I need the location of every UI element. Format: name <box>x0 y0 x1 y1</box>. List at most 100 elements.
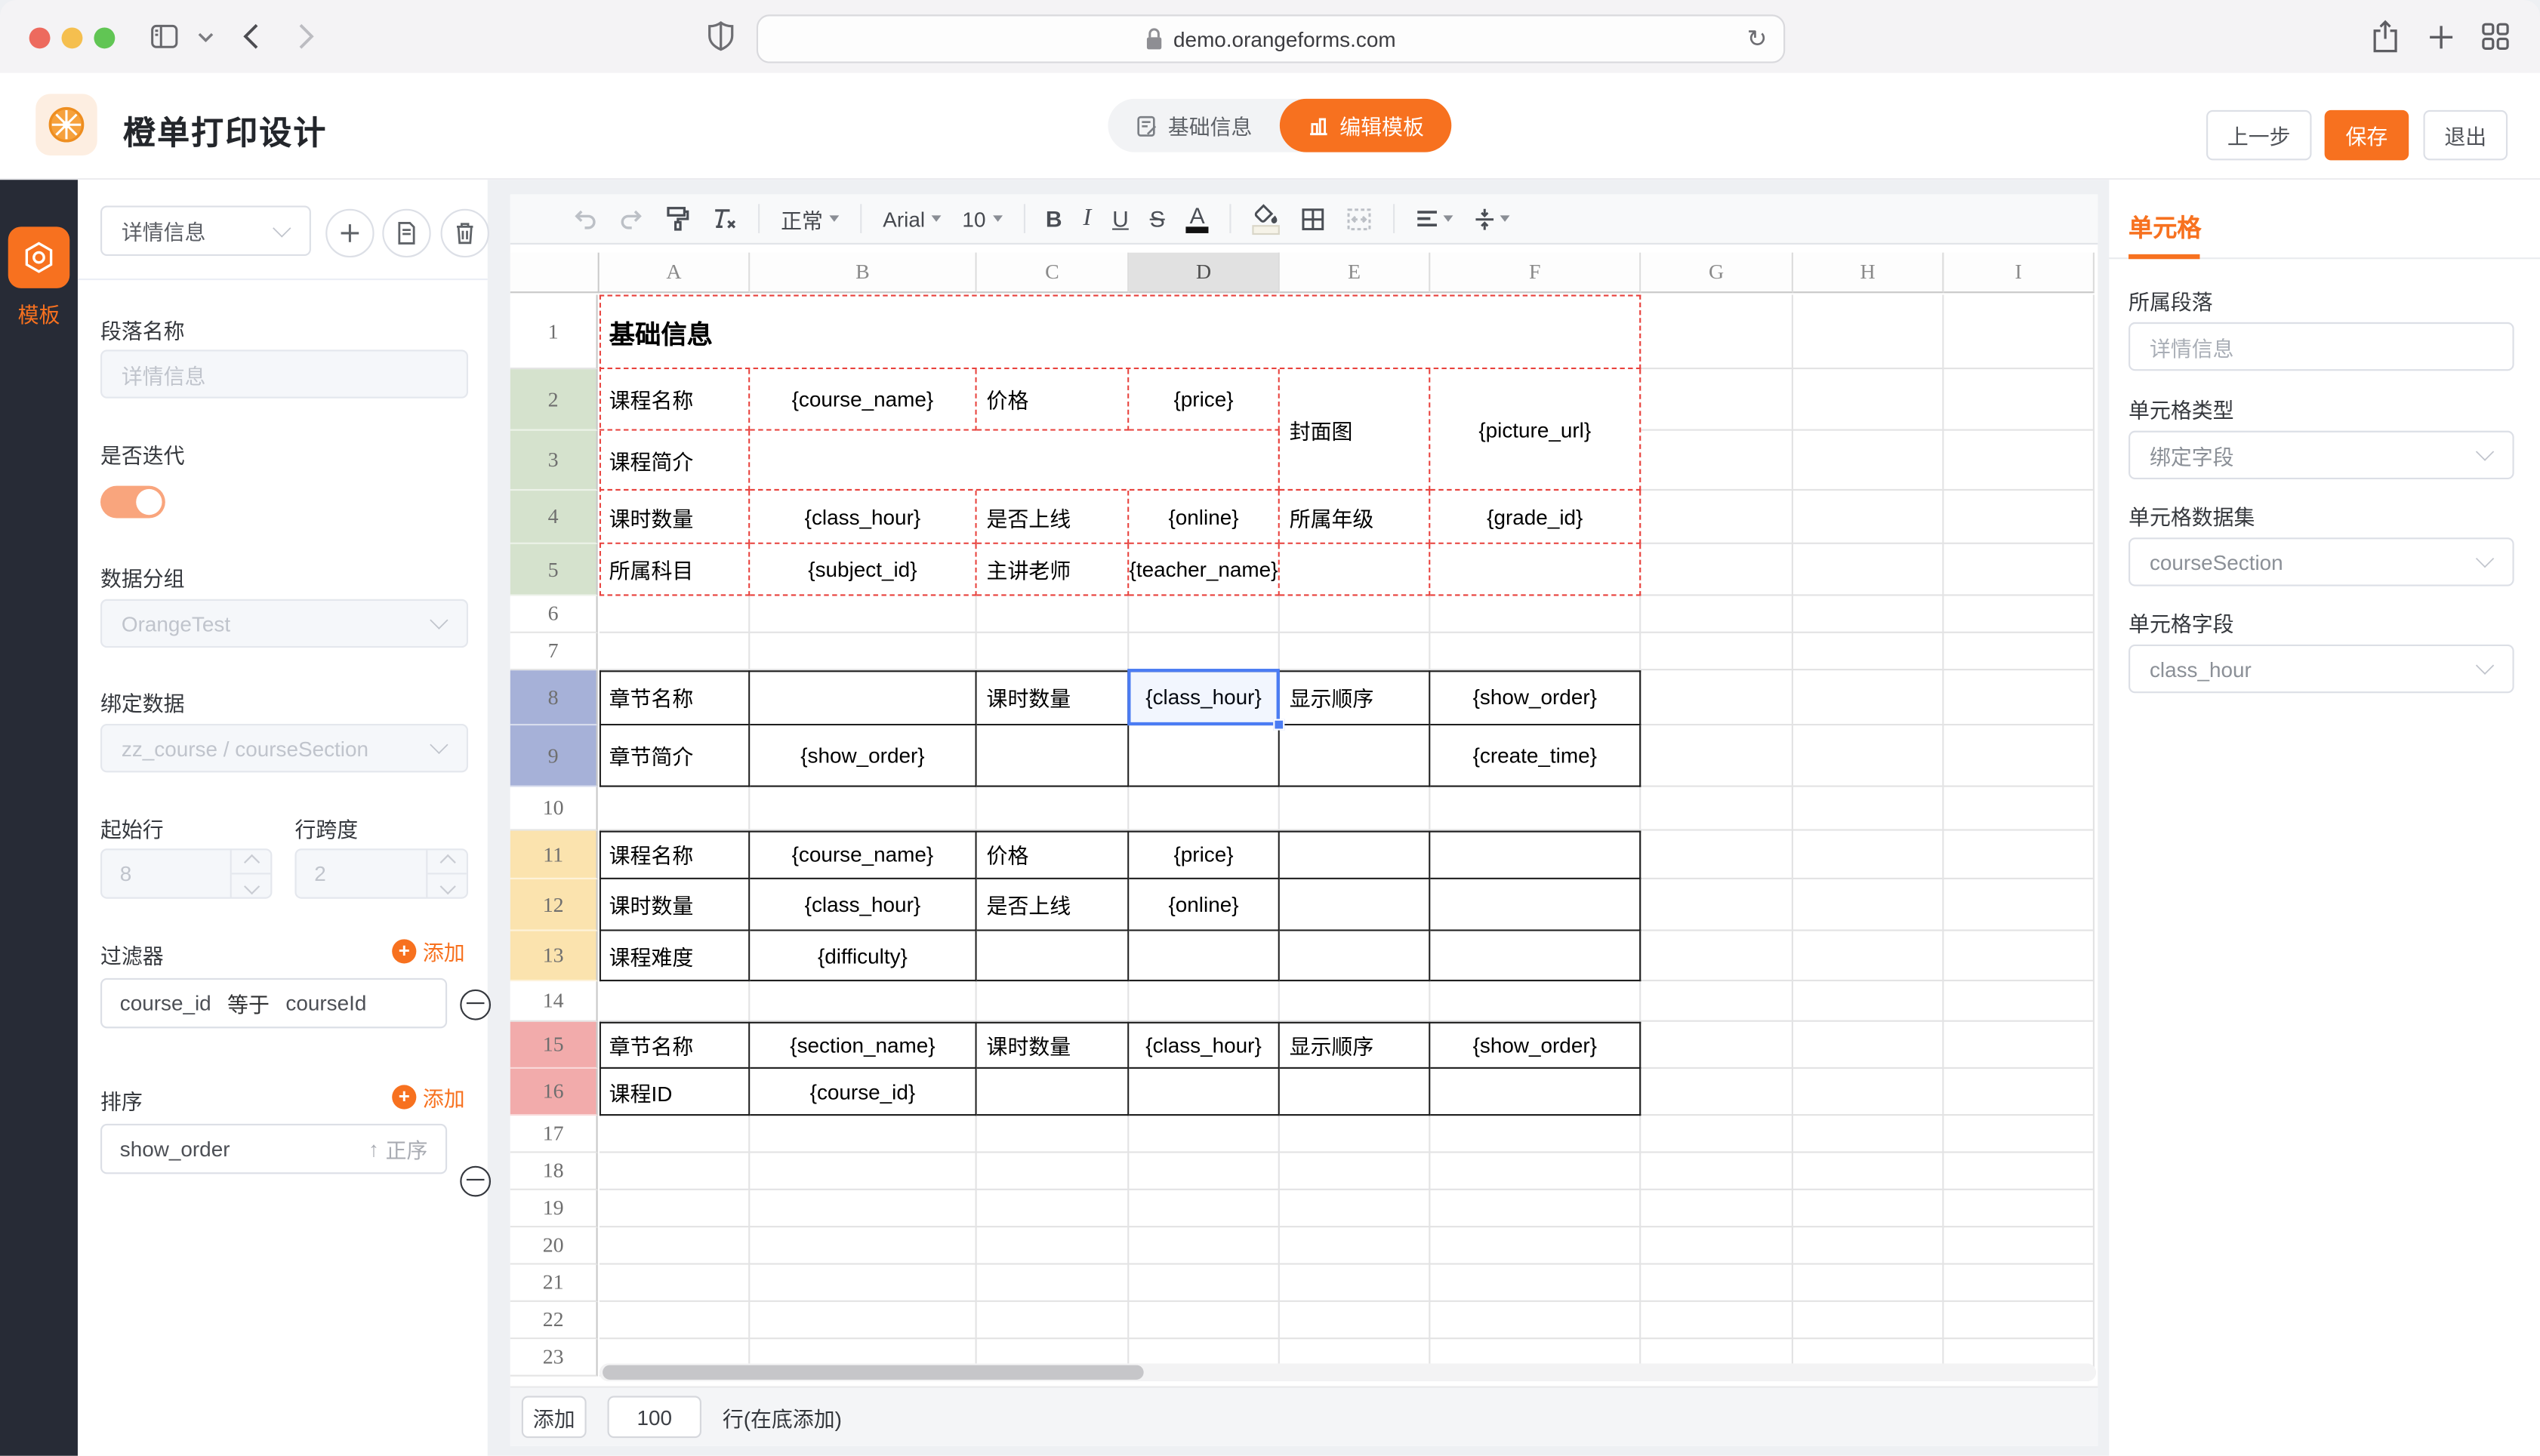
tab-edit-template[interactable]: 编辑模板 <box>1280 99 1451 152</box>
font-size-dropdown[interactable]: 10 <box>962 207 1001 231</box>
row-header-18[interactable]: 18 <box>510 1153 598 1190</box>
cell-A15[interactable]: 章节名称 <box>600 1022 751 1069</box>
sidebar-item-template[interactable]: 模板 <box>0 298 78 329</box>
cell-C8[interactable]: 课时数量 <box>977 670 1130 725</box>
row-header-23[interactable]: 23 <box>510 1339 598 1376</box>
cell-F2[interactable]: {picture_url} <box>1430 369 1641 491</box>
url-bar[interactable]: demo.orangeforms.com ↻ <box>757 14 1785 63</box>
start-row-stepper[interactable]: 8 <box>100 848 272 899</box>
undo-icon[interactable] <box>572 208 597 229</box>
row-header-14[interactable]: 14 <box>510 981 598 1022</box>
cell-C4[interactable]: 是否上线 <box>977 491 1130 544</box>
column-header-G[interactable]: G <box>1641 253 1793 294</box>
cell-E11[interactable] <box>1280 831 1431 879</box>
cell-F12[interactable] <box>1430 879 1641 931</box>
selected-cell-outline[interactable] <box>1127 669 1280 725</box>
row-header-22[interactable]: 22 <box>510 1302 598 1339</box>
cell-F4[interactable]: {grade_id} <box>1430 491 1641 544</box>
row-header-17[interactable]: 17 <box>510 1116 598 1153</box>
save-button[interactable]: 保存 <box>2325 110 2409 161</box>
cell-B15[interactable]: {section_name} <box>750 1022 976 1069</box>
sort-add-button[interactable]: + 添加 <box>392 1082 465 1113</box>
font-color-icon[interactable]: A <box>1186 205 1209 232</box>
cell-D15[interactable]: {class_hour} <box>1129 1022 1280 1069</box>
cell-E9[interactable] <box>1280 725 1431 787</box>
column-header-B[interactable]: B <box>750 253 976 294</box>
cell-B12[interactable]: {class_hour} <box>750 879 976 931</box>
italic-icon[interactable]: I <box>1083 205 1091 232</box>
cell-E15[interactable]: 显示顺序 <box>1280 1022 1431 1069</box>
cell-B11[interactable]: {course_name} <box>750 831 976 879</box>
row-header-6[interactable]: 6 <box>510 596 598 633</box>
sheet-corner-cell[interactable] <box>510 253 600 294</box>
cell-B16[interactable]: {course_id} <box>750 1069 976 1116</box>
row-header-13[interactable]: 13 <box>510 931 598 982</box>
cell-C5[interactable]: 主讲老师 <box>977 544 1130 596</box>
row-header-16[interactable]: 16 <box>510 1069 598 1116</box>
delete-section-button[interactable] <box>441 209 489 257</box>
cell-type-select[interactable]: 绑定字段 <box>2128 431 2514 479</box>
selection-fill-handle[interactable] <box>1273 719 1284 731</box>
refresh-icon[interactable]: ↻ <box>1747 24 1768 54</box>
cell-B8[interactable] <box>750 670 976 725</box>
close-window-button[interactable] <box>29 27 51 48</box>
row-header-5[interactable]: 5 <box>510 544 598 596</box>
bind-data-select[interactable]: zz_course / courseSection <box>100 724 468 772</box>
cell-D2[interactable]: {price} <box>1129 369 1280 431</box>
cell-B4[interactable]: {class_hour} <box>750 491 976 544</box>
cell-D13[interactable] <box>1129 931 1280 982</box>
sort-rule-row[interactable]: show_order ↑ 正序 <box>100 1124 447 1174</box>
column-header-E[interactable]: E <box>1280 253 1431 294</box>
privacy-shield-icon[interactable] <box>708 21 734 52</box>
cell-A2[interactable]: 课程名称 <box>600 369 751 431</box>
cell-A4[interactable]: 课时数量 <box>600 491 751 544</box>
cell-D12[interactable]: {online} <box>1129 879 1280 931</box>
data-group-select[interactable]: OrangeTest <box>100 599 468 648</box>
cell-F13[interactable] <box>1430 931 1641 982</box>
section-value-input[interactable]: 详情信息 <box>2128 322 2514 371</box>
cell-E8[interactable]: 显示顺序 <box>1280 670 1431 725</box>
cell-F9[interactable]: {create_time} <box>1430 725 1641 787</box>
row-header-2[interactable]: 2 <box>510 369 598 431</box>
row-header-19[interactable]: 19 <box>510 1190 598 1227</box>
cell-B13[interactable]: {difficulty} <box>750 931 976 982</box>
cell-E16[interactable] <box>1280 1069 1431 1116</box>
cell-C16[interactable] <box>977 1069 1130 1116</box>
row-header-4[interactable]: 4 <box>510 491 598 544</box>
cell-C12[interactable]: 是否上线 <box>977 879 1130 931</box>
cell-E13[interactable] <box>1280 931 1431 982</box>
sidebar-toggle-icon[interactable] <box>151 24 178 48</box>
cell-A16[interactable]: 课程ID <box>600 1069 751 1116</box>
format-painter-icon[interactable] <box>666 205 690 231</box>
cell-A13[interactable]: 课程难度 <box>600 931 751 982</box>
add-rows-count-input[interactable]: 100 <box>608 1396 701 1438</box>
cell-F11[interactable] <box>1430 831 1641 879</box>
column-header-H[interactable]: H <box>1793 253 1944 294</box>
stepper-buttons[interactable] <box>426 850 467 897</box>
iterate-toggle[interactable] <box>100 486 165 519</box>
cell-F8[interactable]: {show_order} <box>1430 670 1641 725</box>
cell-B5[interactable]: {subject_id} <box>750 544 976 596</box>
row-header-8[interactable]: 8 <box>510 670 598 725</box>
row-header-7[interactable]: 7 <box>510 633 598 670</box>
chevron-down-icon[interactable] <box>198 32 214 42</box>
stepper-buttons[interactable] <box>230 850 271 897</box>
cell-B9[interactable]: {show_order} <box>750 725 976 787</box>
row-header-20[interactable]: 20 <box>510 1227 598 1264</box>
font-family-dropdown[interactable]: Arial <box>883 207 941 231</box>
remove-sort-button[interactable] <box>460 1166 491 1197</box>
column-header-I[interactable]: I <box>1944 253 2095 294</box>
cell-E2[interactable]: 封面图 <box>1280 369 1431 491</box>
add-section-button[interactable] <box>325 209 374 257</box>
cell-B3[interactable] <box>750 431 1280 491</box>
cell-A3[interactable]: 课程简介 <box>600 431 751 491</box>
exit-button[interactable]: 退出 <box>2424 110 2508 161</box>
new-tab-icon[interactable] <box>2428 24 2454 50</box>
cell-C9[interactable] <box>977 725 1130 787</box>
remove-filter-button[interactable] <box>460 990 491 1020</box>
row-header-9[interactable]: 9 <box>510 725 598 787</box>
filter-add-button[interactable]: + 添加 <box>392 936 465 967</box>
minimize-window-button[interactable] <box>62 27 83 48</box>
merge-cells-icon[interactable] <box>1346 207 1372 231</box>
cell-A12[interactable]: 课时数量 <box>600 879 751 931</box>
